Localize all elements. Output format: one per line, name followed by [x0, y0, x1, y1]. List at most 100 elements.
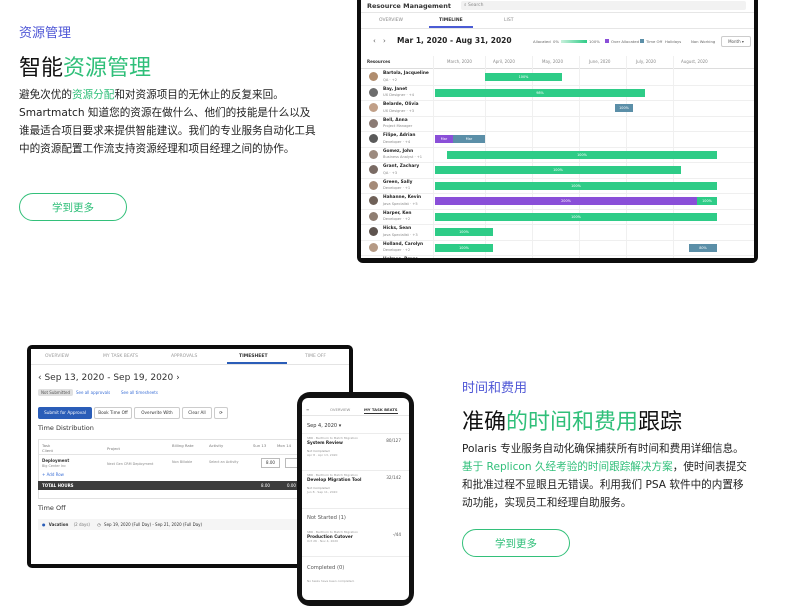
resource-allocation-link[interactable]: 资源分配 — [72, 89, 114, 101]
allocation-bar[interactable]: 100% — [435, 243, 493, 252]
view-select[interactable]: Month ▾ — [721, 36, 751, 47]
book-time-off-button[interactable]: Book Time Off — [94, 407, 132, 419]
resource-role: Developer · +4 — [383, 139, 411, 144]
resource-role: Project Manager — [383, 124, 413, 128]
project-name: Next Gen CRM Deployment — [107, 462, 154, 466]
learn-more-button-resource[interactable]: 学到更多 — [19, 193, 127, 221]
resource-row[interactable]: Grant, Zachary QA · +3 100% — [361, 162, 754, 179]
resource-name: Hahanne, Kevin — [383, 195, 422, 200]
tab-time-off[interactable]: TIME OFF — [305, 354, 326, 359]
allocation-bar[interactable]: 100% — [615, 104, 633, 112]
tab-overview[interactable]: OVERVIEW — [45, 354, 69, 359]
resource-row[interactable]: Holmes, BruceJava Specialist — [361, 255, 754, 258]
task-card[interactable]: SBR · Berthom to Match Migration Develop… — [307, 473, 404, 494]
resource-role: Java Specialist · +5 — [383, 201, 418, 206]
task-due: Apr 8 · Apr 13, 2020 — [307, 453, 338, 457]
tab-timeline[interactable]: TIMELINE — [439, 18, 463, 23]
tab-my-task-beats[interactable]: MY TASK BEATS — [364, 407, 398, 414]
resource-role: UX Designer · +3 — [383, 108, 415, 113]
resource-row[interactable]: Bartola, Jacqueline QA · +2 100% — [361, 69, 754, 86]
legend-min: 0% — [553, 39, 560, 44]
task-count: 80/127 — [386, 438, 401, 443]
resource-row[interactable]: Holland, Carolyn Developer · +2 100% 80% — [361, 240, 754, 256]
avatar — [369, 87, 378, 97]
see-timesheets-link[interactable]: See all timesheets — [121, 390, 158, 395]
resource-row[interactable]: Green, Sally Developer · +1 100% — [361, 178, 754, 194]
allocation-bar[interactable]: 98% — [435, 88, 645, 97]
next-arrow-icon[interactable]: › — [383, 37, 386, 45]
tab-my-task-beats[interactable]: MY TASK BEATS — [103, 354, 138, 359]
search-icon: ⌕ — [464, 3, 467, 8]
allocation-bar[interactable]: 100% — [485, 73, 562, 81]
col-client: Client — [42, 448, 53, 453]
menu-icon[interactable]: ≡ — [306, 407, 309, 412]
legend-allocated: Allocated — [533, 39, 551, 44]
active-tab-indicator — [227, 362, 287, 364]
allocation-bar[interactable]: Mar — [435, 135, 453, 143]
submit-approval-button[interactable]: Submit for Approval — [38, 407, 92, 419]
time-tracking-link[interactable]: 基于 Replicon 久经考验的时间跟踪解决方案 — [462, 461, 673, 473]
see-approvals-link[interactable]: See all approvals — [76, 390, 110, 395]
avatar — [369, 103, 378, 112]
learn-more-button-time[interactable]: 学到更多 — [462, 529, 570, 557]
refresh-icon[interactable]: ⟳ — [214, 407, 228, 419]
resource-row[interactable]: Bay, Janet UX Designer · +4 98% — [361, 85, 754, 101]
allocation-bar[interactable]: 80% — [689, 243, 717, 252]
tab-list[interactable]: LIST — [504, 18, 513, 23]
month-header: May, 2020 — [542, 59, 563, 64]
resource-row[interactable]: Belarde, Olivia UX Designer · +3 100% — [361, 100, 754, 117]
task-card[interactable]: SBR · Berthom to Match Migration Product… — [307, 530, 404, 543]
allocation-bar[interactable]: 100% — [435, 228, 493, 236]
tab-timesheet[interactable]: TIMESHEET — [239, 354, 268, 359]
activity-select[interactable]: Select an Activity — [209, 460, 239, 464]
tab-overview[interactable]: OVERVIEW — [379, 18, 403, 23]
avatar — [369, 196, 378, 205]
allocation-bar[interactable]: 100% — [435, 166, 681, 174]
prev-arrow-icon[interactable]: ‹ — [373, 37, 376, 45]
allocation-bar[interactable]: 100% — [697, 197, 717, 205]
allocation-bar[interactable]: 100% — [435, 181, 717, 190]
resource-row[interactable]: Hicks, Sean Java Specialist · +3 100% — [361, 224, 754, 241]
allocation-bar[interactable]: 200% — [435, 197, 697, 205]
resource-role: Java Specialist · +3 — [383, 232, 418, 237]
allocation-bar[interactable]: Mar — [453, 135, 485, 143]
legend-max: 100% — [589, 39, 600, 44]
resource-row[interactable]: Harper, Ken Developer · +2 100% — [361, 209, 754, 225]
resource-row[interactable]: Bell, Anna Project Manager — [361, 116, 754, 132]
resource-row[interactable]: Gomez, John Business Analyst · +1 100% — [361, 147, 754, 163]
resource-row[interactable]: Hahanne, Kevin Java Specialist · +5 200% 10… — [361, 193, 754, 210]
add-row-button[interactable]: + Add Row — [42, 472, 64, 477]
avatar — [369, 180, 378, 190]
col-billing: Billing Rate — [172, 443, 194, 448]
next-period-icon[interactable]: › — [173, 373, 180, 383]
hours-input[interactable]: 8.00 — [261, 458, 280, 468]
body-text: 避免次优的 — [19, 89, 72, 101]
billing-rate-select[interactable]: Non Billable — [172, 460, 192, 464]
completed-header[interactable]: Completed (0) — [307, 565, 344, 571]
divider — [302, 433, 409, 434]
resource-name: Harper, Ken — [383, 210, 412, 216]
clear-all-button[interactable]: Clear All — [182, 407, 212, 419]
allocation-bar[interactable]: 100% — [447, 150, 717, 159]
resources-header: Resources — [367, 59, 391, 64]
resource-role: Business Analyst · +1 — [383, 155, 423, 159]
view-select-value: Month — [728, 39, 741, 44]
month-header: March, 2020 — [447, 59, 472, 64]
time-off-title: Time Off — [38, 504, 66, 512]
task-card[interactable]: SBR · Berthom to Match Migration System … — [307, 436, 404, 457]
empty-message: No tasks have been completed. — [307, 579, 355, 583]
resource-role: Developer · +1 — [383, 186, 411, 190]
heading-accent: 的时间和费用 — [506, 410, 639, 435]
vacation-label: Vacation — [48, 522, 69, 527]
body-text: Polaris 专业服务自动化确保捕获所有时间和费用详细信息。 — [462, 443, 744, 455]
search-input[interactable]: ⌕ Search — [461, 1, 746, 10]
not-started-header[interactable]: Not Started (1) — [307, 515, 346, 521]
allocation-bar[interactable]: 100% — [435, 212, 717, 221]
overwrite-with-button[interactable]: Overwrite With — [134, 407, 180, 419]
tab-overview[interactable]: OVERVIEW — [330, 407, 350, 412]
resource-row[interactable]: Filipe, Adrian Developer · +4 Mar Mar — [361, 131, 754, 148]
heading-accent: 资源管理 — [63, 56, 152, 81]
tab-approvals[interactable]: APPROVALS — [171, 354, 197, 359]
resource-name: Bartola, Jacqueline — [383, 71, 429, 76]
resource-name: Belarde, Olivia — [383, 102, 419, 107]
